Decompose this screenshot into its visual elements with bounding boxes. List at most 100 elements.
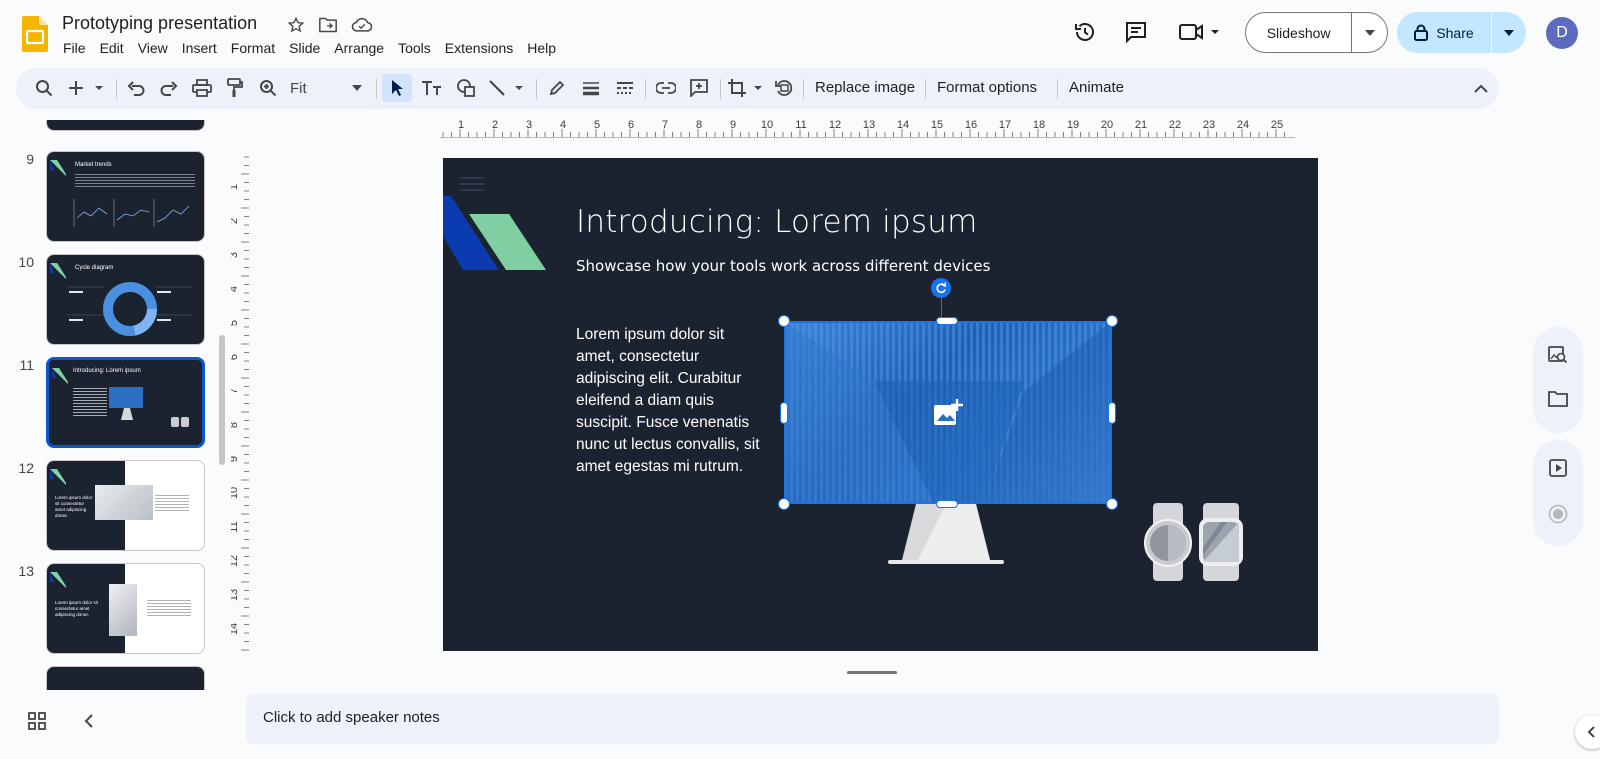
chevron-down-icon[interactable] xyxy=(1351,13,1387,52)
decorative-shape xyxy=(443,196,546,270)
resize-handle-w[interactable] xyxy=(780,402,788,424)
search-icon[interactable] xyxy=(30,74,58,102)
collapse-icon[interactable] xyxy=(1467,74,1495,102)
reset-image-icon[interactable] xyxy=(770,74,798,102)
slide-thumbnail-9[interactable]: Market trends xyxy=(46,151,205,242)
resize-handle-sw[interactable] xyxy=(778,498,790,510)
ruler-label: 18 xyxy=(1033,119,1045,131)
shape-icon[interactable] xyxy=(452,74,480,102)
border-dash-icon[interactable] xyxy=(611,74,639,102)
version-history-icon[interactable] xyxy=(1069,16,1101,48)
add-icon[interactable] xyxy=(66,74,108,102)
slide-thumbnail-12[interactable]: Lorem ipsum dolor sit consectetur amet a… xyxy=(46,460,205,551)
slide-canvas[interactable]: Introducing: Lorem ipsum Showcase how yo… xyxy=(443,158,1318,651)
text-box-icon[interactable] xyxy=(418,74,446,102)
animate-button[interactable]: Animate xyxy=(1069,79,1124,96)
menu-bar: File Edit View Insert Format Slide Arran… xyxy=(56,38,563,58)
ruler-label: 4 xyxy=(560,119,566,131)
chevron-down-icon[interactable] xyxy=(1491,12,1525,53)
menu-slide[interactable]: Slide xyxy=(282,38,327,58)
slide-thumbnail-14[interactable] xyxy=(46,666,205,690)
image-search-icon[interactable] xyxy=(1545,343,1571,369)
resize-handle-e[interactable] xyxy=(1108,402,1116,424)
slide-body-text[interactable]: Lorem ipsum dolor sit amet, consectetur … xyxy=(576,324,766,478)
menu-insert[interactable]: Insert xyxy=(175,38,224,58)
ruler-label: 14 xyxy=(231,623,240,635)
replace-image-button[interactable]: Replace image xyxy=(815,79,915,96)
explore-button[interactable] xyxy=(1575,715,1600,749)
monitor-screen-image[interactable] xyxy=(784,321,1112,504)
horizontal-ruler: 1 2 3 4 5 6 7 8 9 10 11 12 13 14 15 16 17 18 19 20 21 22 23 24 2… xyxy=(440,119,1295,138)
menu-edit[interactable]: Edit xyxy=(93,38,131,58)
border-weight-icon[interactable] xyxy=(577,74,605,102)
star-icon[interactable] xyxy=(285,14,307,36)
ruler-label: 2 xyxy=(231,218,240,224)
monitor-stand xyxy=(888,504,1004,564)
resize-handle-n[interactable] xyxy=(936,317,958,325)
menu-arrange[interactable]: Arrange xyxy=(327,38,391,58)
resize-handle-nw[interactable] xyxy=(778,315,790,327)
resize-handle-se[interactable] xyxy=(1106,498,1118,510)
comments-icon[interactable] xyxy=(1120,16,1152,48)
paint-format-icon[interactable] xyxy=(221,74,249,102)
zoom-value: Fit xyxy=(290,79,307,97)
share-button[interactable]: Share xyxy=(1397,12,1526,53)
ruler-label: 2 xyxy=(492,119,498,131)
menu-file[interactable]: File xyxy=(56,38,93,58)
ruler-label: 15 xyxy=(931,119,943,131)
undo-icon[interactable] xyxy=(122,74,150,102)
cloud-saved-icon[interactable] xyxy=(351,14,373,36)
separator xyxy=(536,79,537,99)
menu-format[interactable]: Format xyxy=(224,38,282,58)
document-title[interactable]: Prototyping presentation xyxy=(62,13,257,34)
separator xyxy=(116,79,117,99)
zoom-select[interactable]: Fit xyxy=(284,74,368,102)
ruler-label: 10 xyxy=(761,119,773,131)
ruler-label: 24 xyxy=(1237,119,1249,131)
slides-logo[interactable] xyxy=(22,16,48,52)
move-to-folder-icon[interactable] xyxy=(317,14,339,36)
add-image-icon[interactable] xyxy=(933,399,963,427)
format-options-button[interactable]: Format options xyxy=(937,79,1037,96)
menu-view[interactable]: View xyxy=(131,38,175,58)
ruler-label: 3 xyxy=(526,119,532,131)
comment-icon[interactable] xyxy=(685,74,713,102)
zoom-icon[interactable] xyxy=(254,74,282,102)
pen-icon[interactable] xyxy=(543,74,571,102)
slide-thumbnail-10[interactable]: Cycle diagram xyxy=(46,254,205,345)
redo-icon[interactable] xyxy=(155,74,183,102)
select-icon[interactable] xyxy=(382,74,412,102)
rotate-icon[interactable] xyxy=(931,278,951,298)
filmstrip-scrollbar[interactable] xyxy=(219,335,225,465)
line-icon[interactable] xyxy=(486,74,528,102)
slideshow-label[interactable]: Slideshow xyxy=(1246,25,1351,41)
print-icon[interactable] xyxy=(188,74,216,102)
slide-title[interactable]: Introducing: Lorem ipsum xyxy=(576,204,977,240)
folder-icon[interactable] xyxy=(1545,386,1571,412)
resize-handle-s[interactable] xyxy=(936,500,958,508)
grid-view-icon[interactable] xyxy=(28,712,48,732)
ruler-label: 5 xyxy=(231,320,240,326)
menu-help[interactable]: Help xyxy=(520,38,563,58)
slide-thumbnail-13[interactable]: Lorem ipsum dolor sit consectetur amet a… xyxy=(46,563,205,654)
ruler-label: 9 xyxy=(231,456,240,462)
notes-resize-handle[interactable] xyxy=(847,671,897,674)
speaker-notes[interactable]: Click to add speaker notes xyxy=(246,694,1499,744)
slideshow-button[interactable]: Slideshow xyxy=(1245,12,1388,53)
ruler-label: 7 xyxy=(662,119,668,131)
menu-tools[interactable]: Tools xyxy=(391,38,438,58)
crop-icon[interactable] xyxy=(726,74,766,102)
slide-subtitle[interactable]: Showcase how your tools work across diff… xyxy=(576,257,990,275)
avatar[interactable]: D xyxy=(1546,17,1578,49)
slide-number: 13 xyxy=(18,563,34,579)
link-icon[interactable] xyxy=(652,74,680,102)
slide-thumbnail-8[interactable] xyxy=(46,120,205,131)
play-icon[interactable] xyxy=(1545,455,1571,481)
meet-icon[interactable] xyxy=(1175,16,1225,48)
chevron-left-icon[interactable] xyxy=(80,712,100,732)
resize-handle-ne[interactable] xyxy=(1106,315,1118,327)
ruler-label: 5 xyxy=(594,119,600,131)
slide-thumbnail-11[interactable]: Introducing: Lorem ipsum xyxy=(46,357,205,448)
record-icon[interactable] xyxy=(1545,501,1571,527)
menu-extensions[interactable]: Extensions xyxy=(438,38,520,58)
